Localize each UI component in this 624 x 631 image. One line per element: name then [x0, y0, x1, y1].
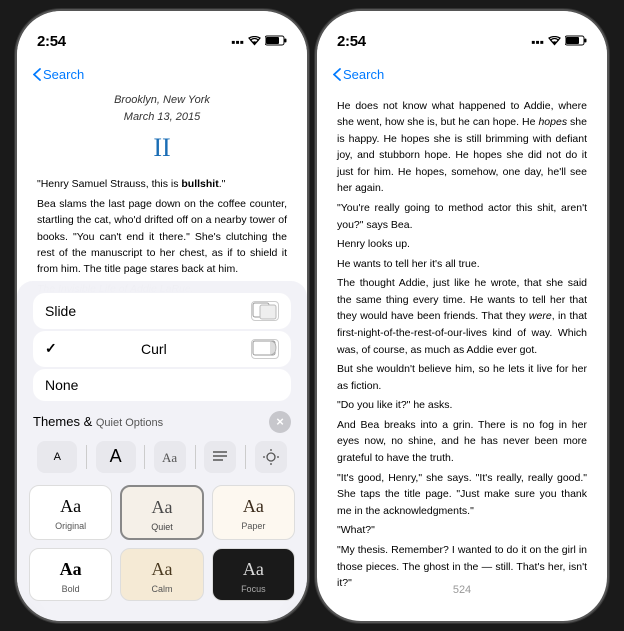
none-label: None: [45, 377, 78, 393]
phones-container: 2:54 ▪▪▪ Search Brooklyn, New York: [17, 11, 607, 621]
right-back-button[interactable]: Search: [333, 67, 384, 82]
theme-quiet[interactable]: Aa Quiet: [120, 485, 203, 540]
font-increase-button[interactable]: A: [96, 441, 136, 473]
theme-bold[interactable]: Aa Bold: [29, 548, 112, 601]
right-p3: Henry looks up.: [337, 236, 587, 253]
right-p7: "Do you like it?" he asks.: [337, 397, 587, 414]
checkmark-icon: ✓: [45, 340, 57, 357]
theme-calm-name: Calm: [151, 584, 172, 594]
font-separator-4: [245, 445, 246, 469]
right-wifi-icon: [548, 35, 561, 49]
svg-text:Aa: Aa: [162, 450, 177, 465]
right-p10: "What?": [337, 522, 587, 539]
font-separator: [86, 445, 87, 469]
themes-title-group: Themes & Quiet Options: [33, 413, 163, 431]
theme-paper[interactable]: Aa Paper: [212, 485, 295, 540]
slide-label: Slide: [45, 303, 76, 319]
curl-icon: [251, 339, 279, 359]
theme-paper-aa: Aa: [243, 496, 264, 517]
slide-option-slide[interactable]: Slide: [33, 293, 291, 329]
right-p5: The thought Addie, just like he wrote, t…: [337, 275, 587, 358]
left-back-label: Search: [43, 67, 84, 82]
right-book-content: He does not know what happened to Addie,…: [317, 88, 607, 598]
chapter-location: Brooklyn, New York: [37, 92, 287, 109]
theme-focus-aa: Aa: [243, 559, 264, 580]
theme-bold-name: Bold: [62, 584, 80, 594]
slide-option-none[interactable]: None: [33, 369, 291, 401]
small-a-label: A: [54, 451, 61, 463]
slide-options: Slide ✓ Curl None: [17, 293, 307, 401]
right-back-label: Search: [343, 67, 384, 82]
themes-grid: Aa Original Aa Quiet Aa Paper Aa Bold Aa: [17, 485, 307, 601]
theme-paper-name: Paper: [241, 521, 265, 531]
curl-label: Curl: [141, 341, 167, 357]
page-number: 524: [453, 584, 471, 596]
right-p1: He does not know what happened to Addie,…: [337, 98, 587, 197]
theme-quiet-name: Quiet: [151, 522, 173, 532]
left-status-icons: ▪▪▪: [231, 35, 287, 49]
signal-icon: ▪▪▪: [231, 35, 244, 49]
left-nav: Search: [17, 61, 307, 88]
close-button[interactable]: ×: [269, 411, 291, 433]
theme-focus[interactable]: Aa Focus: [212, 548, 295, 601]
slide-icon: [251, 301, 279, 321]
themes-title: Themes & Quiet Options: [33, 414, 163, 429]
theme-quiet-aa: Aa: [151, 497, 172, 518]
overlay-panel: Slide ✓ Curl None: [17, 281, 307, 621]
right-p8: And Bea breaks into a grin. There is no …: [337, 417, 587, 467]
chapter-number: II: [37, 128, 287, 168]
right-phone: 2:54 ▪▪▪ Search He does not know what ha…: [317, 11, 607, 621]
left-phone: 2:54 ▪▪▪ Search Brooklyn, New York: [17, 11, 307, 621]
right-p9: "It's good, Henry," she says. "It's real…: [337, 470, 587, 520]
theme-calm[interactable]: Aa Calm: [120, 548, 203, 601]
right-status-icons: ▪▪▪: [531, 35, 587, 49]
theme-calm-aa: Aa: [151, 559, 172, 580]
brightness-button[interactable]: [255, 441, 287, 473]
battery-icon: [265, 35, 287, 49]
left-time: 2:54: [37, 33, 66, 50]
theme-bold-aa: Aa: [60, 559, 82, 580]
large-a-label: A: [110, 446, 122, 467]
para-1: "Henry Samuel Strauss, this is bullshit.…: [37, 176, 287, 192]
right-nav: Search: [317, 61, 607, 88]
font-controls: A A Aa: [17, 437, 307, 477]
font-layout-button[interactable]: [204, 441, 236, 473]
theme-original-aa: Aa: [60, 496, 81, 517]
left-back-button[interactable]: Search: [33, 67, 84, 82]
theme-original[interactable]: Aa Original: [29, 485, 112, 540]
right-battery-icon: [565, 35, 587, 49]
left-status-bar: 2:54 ▪▪▪: [17, 11, 307, 61]
right-signal-icon: ▪▪▪: [531, 35, 544, 49]
right-p4: He wants to tell her it's all true.: [337, 256, 587, 273]
font-style-button[interactable]: Aa: [154, 441, 186, 473]
theme-focus-name: Focus: [241, 584, 266, 594]
theme-original-name: Original: [55, 521, 86, 531]
font-separator-3: [195, 445, 196, 469]
right-p2: "You're really going to method actor thi…: [337, 200, 587, 233]
font-decrease-button[interactable]: A: [37, 441, 77, 473]
right-status-bar: 2:54 ▪▪▪: [317, 11, 607, 61]
para-2: Bea slams the last page down on the coff…: [37, 196, 287, 277]
themes-header: Themes & Quiet Options ×: [17, 405, 307, 437]
chapter-date: March 13, 2015: [37, 109, 287, 126]
slide-option-curl[interactable]: ✓ Curl: [33, 331, 291, 367]
font-separator-2: [144, 445, 145, 469]
chapter-header: Brooklyn, New York March 13, 2015 II: [37, 92, 287, 168]
right-p6: But she wouldn't believe him, so he lets…: [337, 361, 587, 394]
right-time: 2:54: [337, 33, 366, 50]
wifi-icon: [248, 35, 261, 49]
